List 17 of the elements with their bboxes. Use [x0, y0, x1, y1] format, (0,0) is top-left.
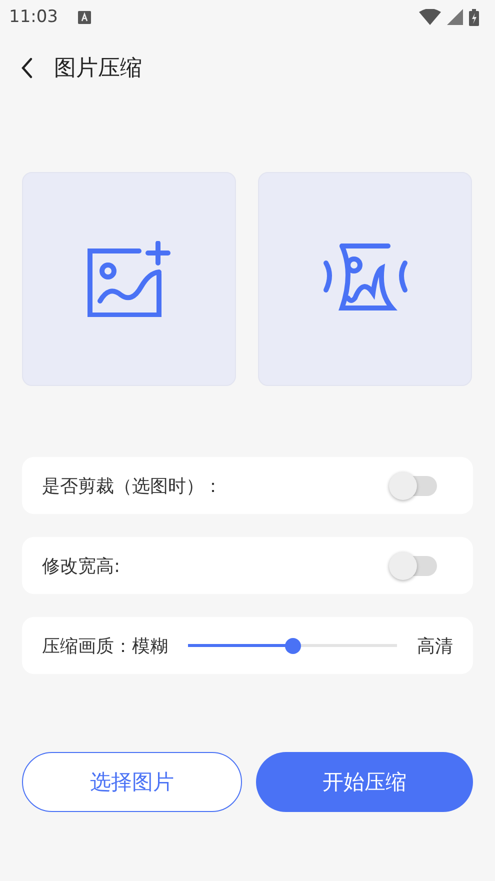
page-title: 图片压缩: [54, 55, 142, 83]
slider-end-label: 高清: [417, 634, 453, 658]
back-icon[interactable]: [20, 57, 34, 79]
setting-label: 是否剪裁（选图时）：: [42, 474, 222, 498]
battery-icon: [469, 8, 479, 26]
image-tile[interactable]: [258, 172, 472, 386]
setting-label: 修改宽高:: [42, 554, 120, 578]
start-button[interactable]: 开始压缩: [256, 752, 473, 812]
slider-thumb[interactable]: [284, 638, 300, 654]
add-image-icon: [87, 241, 171, 317]
setting-label: 压缩画质：模糊: [42, 634, 168, 658]
status-time: 11:03: [9, 7, 58, 27]
image-tile[interactable]: [22, 172, 236, 386]
signal-icon: [447, 9, 463, 25]
notification-icon: [78, 10, 91, 24]
select-button[interactable]: 选择图片: [22, 752, 242, 812]
wifi-icon: [419, 9, 441, 25]
